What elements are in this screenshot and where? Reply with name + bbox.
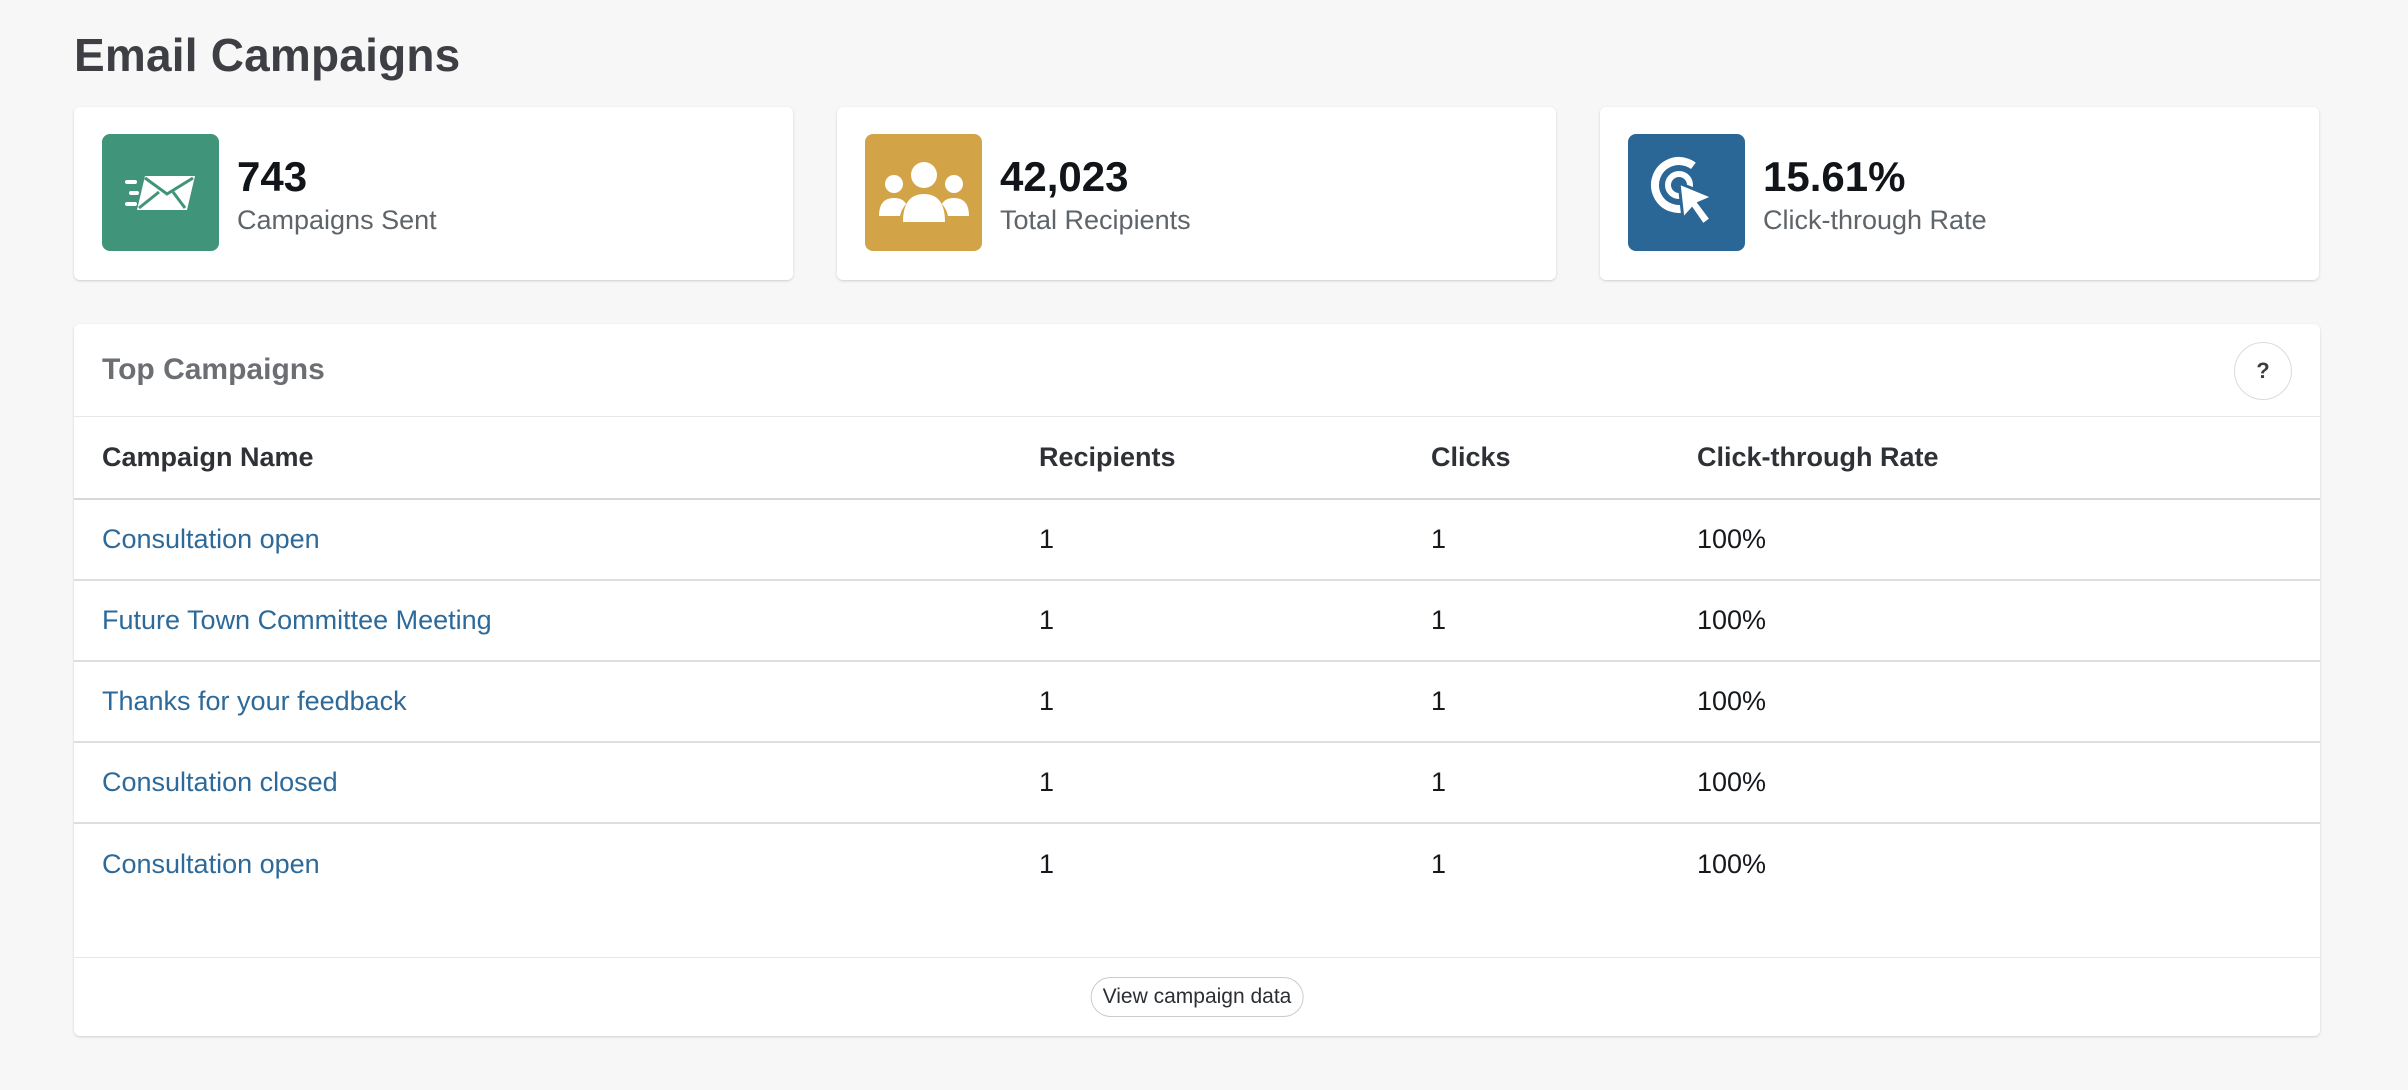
users-group-icon: [878, 161, 969, 222]
cursor-click-icon: [1650, 156, 1717, 227]
campaign-link[interactable]: Future Town Committee Meeting: [102, 605, 492, 635]
campaigns-table: Campaign Name Recipients Clicks Click-th…: [74, 417, 2320, 904]
stat-card-click-through-rate: 15.61% Click-through Rate: [1600, 107, 2319, 280]
stat-icon-box: [865, 134, 982, 251]
table-row: Future Town Committee Meeting 1 1 100%: [74, 580, 2320, 662]
recipients-cell: 1: [1039, 580, 1431, 662]
table-header-row: Campaign Name Recipients Clicks Click-th…: [74, 417, 2320, 500]
column-header-clicks: Clicks: [1431, 417, 1697, 500]
stat-card-campaigns-sent: 743 Campaigns Sent: [74, 107, 793, 280]
column-header-recipients: Recipients: [1039, 417, 1431, 500]
panel-footer: View campaign data: [74, 957, 2320, 1036]
clicks-cell: 1: [1431, 742, 1697, 824]
stat-value: 42,023: [1000, 153, 1129, 200]
stat-icon-box: [102, 134, 219, 251]
ctr-cell: 100%: [1697, 580, 2320, 662]
stat-icon-box: [1628, 134, 1745, 251]
page-title: Email Campaigns: [74, 29, 461, 81]
campaign-link[interactable]: Consultation open: [102, 849, 320, 879]
campaign-name-cell: Consultation open: [74, 499, 1039, 581]
clicks-cell: 1: [1431, 580, 1697, 662]
recipients-cell: 1: [1039, 742, 1431, 824]
top-campaigns-panel: Top Campaigns ? Campaign Name Recipients…: [74, 324, 2320, 1036]
stat-label: Click-through Rate: [1763, 205, 1987, 235]
column-header-ctr: Click-through Rate: [1697, 417, 2320, 500]
ctr-cell: 100%: [1697, 742, 2320, 824]
clicks-cell: 1: [1431, 848, 1447, 879]
column-header-campaign-name: Campaign Name: [74, 417, 1039, 500]
stats-row: 743 Campaigns Sent 42,023 Total Recipien…: [74, 107, 2320, 280]
recipients-cell: 1: [1039, 661, 1431, 743]
stat-value: 743: [237, 153, 308, 200]
table-row: Consultation closed 1 1 100%: [74, 742, 2320, 824]
clicks-cell: 1: [1431, 661, 1697, 743]
campaign-link[interactable]: Consultation open: [102, 524, 320, 554]
ctr-cell: 100%: [1697, 499, 2320, 581]
stat-label: Campaigns Sent: [237, 205, 437, 235]
campaign-name-cell: Future Town Committee Meeting: [74, 580, 1039, 662]
table-row: Consultation open 1 1 100%: [74, 499, 2320, 581]
ctr-cell: 100%: [1697, 661, 2320, 743]
view-campaign-data-button[interactable]: View campaign data: [1090, 977, 1304, 1017]
table-row: Thanks for your feedback 1 1 100%: [74, 661, 2320, 743]
recipients-cell: 1: [1039, 499, 1431, 581]
envelope-sent-icon: [124, 175, 195, 210]
campaign-name-cell: Consultation closed: [74, 742, 1039, 824]
recipients-cell: 1: [1039, 848, 1055, 879]
panel-header: Top Campaigns ?: [74, 324, 2320, 417]
campaign-link[interactable]: Consultation closed: [102, 767, 338, 797]
stat-card-total-recipients: 42,023 Total Recipients: [837, 107, 1556, 280]
campaign-link[interactable]: Thanks for your feedback: [102, 686, 407, 716]
table-row: Consultation open 1 1 100%: [74, 823, 2320, 904]
help-button[interactable]: ?: [2234, 342, 2292, 400]
clicks-cell: 1: [1431, 499, 1697, 581]
stat-value: 15.61%: [1763, 153, 1906, 200]
ctr-cell: 100%: [1697, 848, 1767, 879]
panel-title: Top Campaigns: [102, 353, 325, 386]
stat-label: Total Recipients: [1000, 205, 1191, 235]
campaign-name-cell: Consultation open: [74, 823, 1039, 904]
campaign-name-cell: Thanks for your feedback: [74, 661, 1039, 743]
